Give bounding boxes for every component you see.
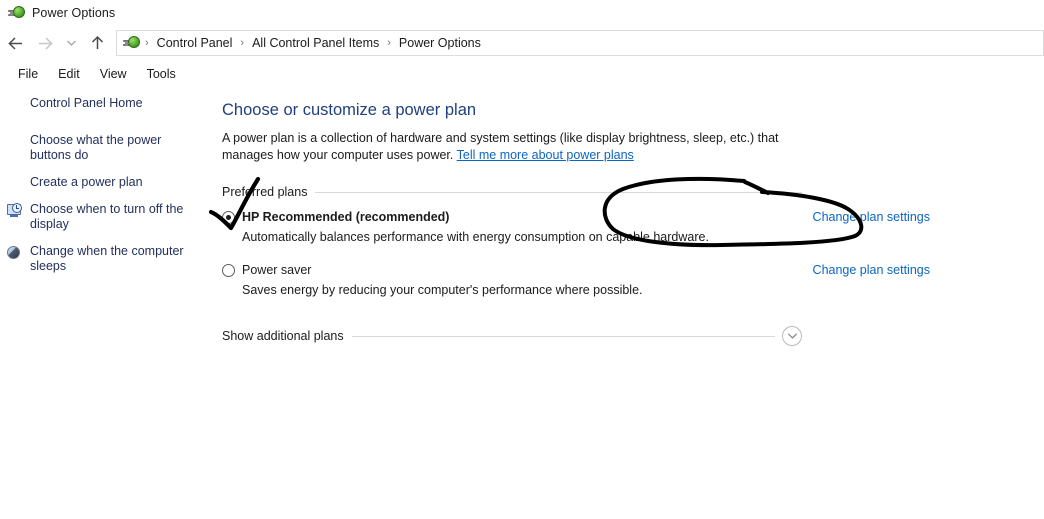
section-divider [352,336,775,337]
sidebar-item-control-panel-home[interactable]: Control Panel Home [0,96,210,111]
sidebar: Control Panel Home Choose what the power… [0,96,210,286]
plan-selector-hp-recommended[interactable]: HP Recommended (recommended) [222,210,802,225]
intro-paragraph: A power plan is a collection of hardware… [222,130,804,164]
power-options-window: Power Options [0,0,1044,519]
main-content: Choose or customize a power plan A power… [222,100,1042,346]
menu-bar: File Edit View Tools [0,62,1044,86]
change-plan-settings-link-hp-recommended[interactable]: Change plan settings [813,210,930,224]
up-button[interactable] [82,29,112,57]
recent-locations-button[interactable] [60,29,82,57]
sidebar-item-computer-sleeps[interactable]: Change when the computer sleeps [0,244,210,274]
section-divider [315,192,802,193]
sidebar-item-turn-off-display[interactable]: Choose when to turn off the display [0,202,210,232]
sidebar-item-label: Control Panel Home [30,96,195,111]
show-additional-plans-label: Show additional plans [222,329,352,343]
sidebar-item-label: Choose what the power buttons do [30,133,195,163]
window-title: Power Options [32,6,115,20]
sidebar-item-create-power-plan[interactable]: Create a power plan [0,175,210,190]
arrow-right-icon [37,36,54,51]
radio-button-hp-recommended[interactable] [222,211,235,224]
plan-selector-power-saver[interactable]: Power saver [222,263,802,278]
address-bar[interactable]: › Control Panel › All Control Panel Item… [116,30,1044,56]
expand-additional-plans-button[interactable] [782,326,802,346]
sidebar-item-label: Choose when to turn off the display [30,202,195,232]
navigation-toolbar: › Control Panel › All Control Panel Item… [0,28,1044,58]
breadcrumb-all-control-panel-items[interactable]: All Control Panel Items [246,34,385,52]
menu-item-view[interactable]: View [90,64,137,84]
arrow-up-icon [90,35,105,51]
page-title: Choose or customize a power plan [222,100,1042,120]
menu-item-tools[interactable]: Tools [137,64,186,84]
radio-button-power-saver[interactable] [222,264,235,277]
display-clock-icon [6,203,23,219]
power-plug-icon [8,5,25,21]
menu-item-edit[interactable]: Edit [48,64,90,84]
back-button[interactable] [0,29,30,57]
preferred-plans-header: Preferred plans [222,185,802,199]
breadcrumb-separator: › [238,37,246,49]
sleep-moon-icon [6,245,23,261]
address-power-plug-icon [123,35,140,51]
plan-description: Saves energy by reducing your computer's… [242,282,802,298]
sidebar-item-label: Change when the computer sleeps [30,244,195,274]
arrow-left-icon [7,36,24,51]
plan-name: HP Recommended (recommended) [242,210,449,225]
plan-name: Power saver [242,263,311,278]
breadcrumb-separator: › [385,37,393,49]
plan-row: HP Recommended (recommended) Automatical… [222,210,802,245]
plan-row: Power saver Saves energy by reducing you… [222,263,802,298]
tell-me-more-link[interactable]: Tell me more about power plans [457,148,634,162]
plan-description: Automatically balances performance with … [242,229,802,245]
chevron-down-icon [787,332,798,340]
breadcrumb-power-options[interactable]: Power Options [393,34,487,52]
sidebar-item-power-buttons[interactable]: Choose what the power buttons do [0,133,210,163]
sidebar-item-label: Create a power plan [30,175,195,190]
change-plan-settings-link-power-saver[interactable]: Change plan settings [813,263,930,277]
show-additional-plans-row[interactable]: Show additional plans [222,326,802,346]
breadcrumb-separator: › [143,37,151,49]
window-titlebar: Power Options [0,0,1044,26]
breadcrumb-control-panel[interactable]: Control Panel [151,34,239,52]
menu-item-file[interactable]: File [8,64,48,84]
preferred-plans-label: Preferred plans [222,185,315,199]
chevron-down-icon [66,39,77,47]
forward-button[interactable] [30,29,60,57]
